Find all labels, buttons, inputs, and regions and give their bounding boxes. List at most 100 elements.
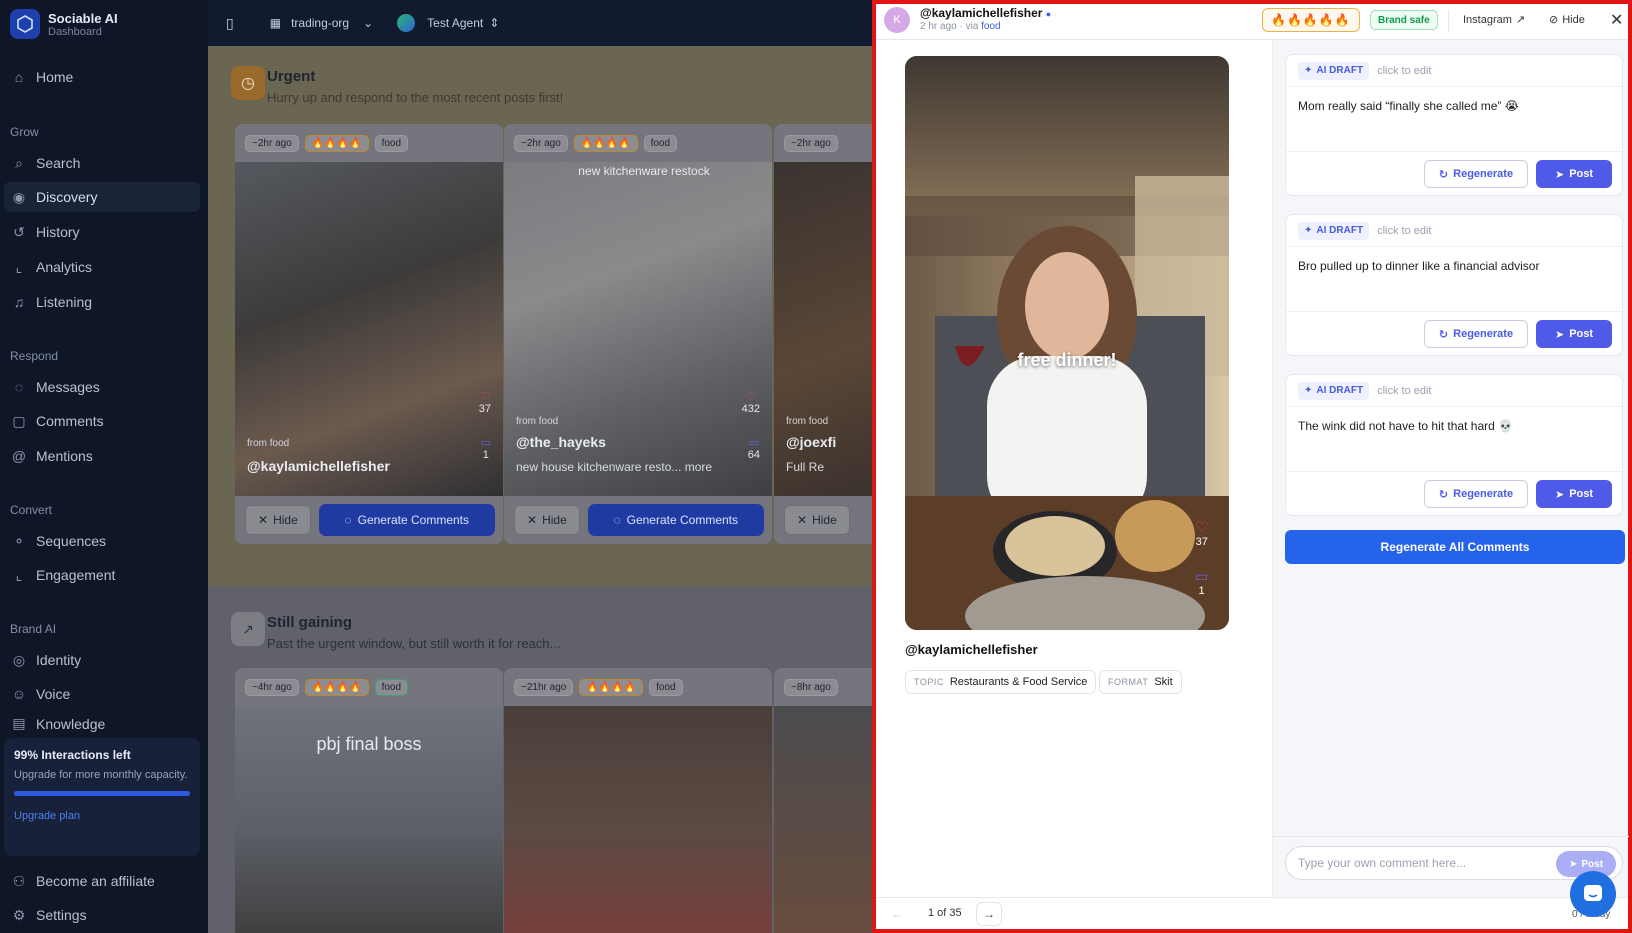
post-label: Post <box>1569 488 1594 500</box>
sidebar-item-comments[interactable]: ▢ Comments <box>4 406 200 436</box>
draft-text[interactable]: The wink did not have to hit that hard 💀 <box>1286 407 1622 471</box>
upgrade-plan-link[interactable]: Upgrade plan <box>14 810 190 822</box>
hide-button[interactable]: ✕ Hide <box>784 505 850 535</box>
comment-count: ▭ 1 <box>481 436 491 461</box>
sidebar-item-voice[interactable]: ☺ Voice <box>4 679 200 709</box>
sidebar-item-search[interactable]: ⌕ Search <box>4 148 200 178</box>
generate-label: Generate Comments <box>626 513 739 527</box>
sidebar-item-sequences[interactable]: ⚬ Sequences <box>4 526 200 556</box>
draft-text[interactable]: Bro pulled up to dinner like a financial… <box>1286 247 1622 311</box>
bell-icon: ♫ <box>13 294 25 310</box>
post-thumbnail[interactable]: from food @kaylamichellefisher ♡ 37 ▭ 1 <box>235 162 503 496</box>
post-card[interactable]: ~2hr ago from food @joexfi Full Re ✕ Hide <box>774 124 872 544</box>
post-button[interactable]: ➤ Post <box>1536 480 1612 508</box>
instagram-link[interactable]: Instagram ↗ <box>1463 13 1525 27</box>
regenerate-button[interactable]: ↻ Regenerate <box>1424 320 1528 348</box>
post-thumbnail[interactable] <box>774 706 872 933</box>
post-card[interactable]: ~4hr ago 🔥🔥🔥🔥 food pbj final boss <box>235 668 503 933</box>
prev-arrow-icon[interactable]: ← <box>884 902 910 926</box>
agent-selector[interactable]: Test Agent <box>427 16 483 30</box>
topic-chip: food <box>643 134 678 152</box>
close-icon: ✕ <box>527 513 538 527</box>
sidebar-item-listening[interactable]: ♫ Listening <box>4 287 200 317</box>
interactions-left: 99% Interactions left <box>14 748 131 762</box>
draft-text[interactable]: Mom really said “finally she called me” … <box>1286 87 1622 151</box>
post-button[interactable]: ➤ Post <box>1536 160 1612 188</box>
own-comment-input[interactable]: Type your own comment here... ➤ Post <box>1285 846 1623 880</box>
ai-draft-card[interactable]: ✦ AI DRAFT click to edit The wink did not … <box>1285 374 1624 516</box>
regenerate-button[interactable]: ↻ Regenerate <box>1424 480 1528 508</box>
sidebar-item-history[interactable]: ↺ History <box>4 217 200 247</box>
sidebar-item-settings[interactable]: ⚙ Settings <box>4 900 200 930</box>
clock-icon: ◷ <box>231 66 265 100</box>
regenerate-all-button[interactable]: Regenerate All Comments <box>1285 530 1625 564</box>
sidebar-item-engagement[interactable]: ⌞ Engagement <box>4 560 200 590</box>
generate-comments-button[interactable]: ◌ Generate Comments <box>587 504 764 536</box>
section-convert: Convert <box>10 503 53 517</box>
generate-comments-button[interactable]: ◌ Generate Comments <box>318 504 495 536</box>
panel-handle[interactable]: @kaylamichellefisher ● <box>920 6 1051 20</box>
video-handle[interactable]: @kaylamichellefisher <box>905 642 1038 657</box>
post-button[interactable]: ➤ Post <box>1536 320 1612 348</box>
sidebar-item-affiliate[interactable]: ⚇ Become an affiliate <box>4 866 200 896</box>
sidebar-item-discovery[interactable]: ◉ Discovery <box>4 182 200 212</box>
sidebar-item-label: Knowledge <box>36 716 106 732</box>
likes: 432 <box>741 403 760 415</box>
post-card[interactable]: ~8hr ago <box>774 668 872 933</box>
topic-chip: food <box>374 134 409 152</box>
panel-footer: ← 1 of 35 → <box>876 897 1628 929</box>
next-arrow-icon[interactable]: → <box>976 902 1002 926</box>
post-handle[interactable]: @kaylamichellefisher <box>247 458 390 474</box>
heart-icon: ♡ <box>1195 519 1209 536</box>
card-chips: ~2hr ago 🔥🔥🔥🔥 food <box>504 124 772 162</box>
section-respond: Respond <box>10 349 59 363</box>
card-actions: ✕ Hide ◌ Generate Comments <box>235 496 503 544</box>
sidebar-toggle-icon[interactable]: ▯ <box>226 15 234 32</box>
post-card[interactable]: ~2hr ago 🔥🔥🔥🔥 food new kitchenware resto… <box>504 124 772 544</box>
chevron-down-icon[interactable]: ⌄ <box>363 16 373 30</box>
sidebar-item-analytics[interactable]: ⌞ Analytics <box>4 252 200 282</box>
comment-drafts: ✦ AI DRAFT click to edit Mom really said “… <box>1272 40 1629 897</box>
smile-icon: ☺ <box>11 686 27 702</box>
time-chip: ~4hr ago <box>245 678 299 696</box>
hide-link[interactable]: ⊘ Hide <box>1549 13 1585 27</box>
post-thumbnail[interactable] <box>504 706 772 933</box>
sidebar-item-label: Messages <box>36 379 100 395</box>
source-label: from food <box>247 438 290 449</box>
post-thumbnail[interactable]: new kitchenware restock from food @the_h… <box>504 162 772 496</box>
app-subtitle: Dashboard <box>48 25 102 38</box>
sidebar-item-label: Voice <box>36 686 71 702</box>
sidebar-item-identity[interactable]: ◎ Identity <box>4 645 200 675</box>
time-chip: ~21hr ago <box>514 678 574 696</box>
post-handle[interactable]: @the_hayeks <box>516 434 606 450</box>
org-selector[interactable]: trading-org <box>291 16 349 30</box>
hide-button[interactable]: ✕ Hide <box>514 505 580 535</box>
sidebar-item-home[interactable]: ⌂ Home <box>4 62 200 92</box>
hide-button[interactable]: ✕ Hide <box>245 505 311 535</box>
post-thumbnail[interactable]: pbj final boss <box>235 706 503 933</box>
regenerate-label: Regenerate <box>1453 328 1514 340</box>
chat-support-button[interactable] <box>1570 871 1616 917</box>
sidebar-item-knowledge[interactable]: ▤ Knowledge <box>4 712 200 734</box>
post-thumbnail[interactable]: from food @joexfi Full Re <box>774 162 872 496</box>
sidebar-item-mentions[interactable]: @ Mentions <box>4 441 200 471</box>
close-icon[interactable]: ✕ <box>1610 10 1623 30</box>
brand[interactable]: Sociable AI Dashboard <box>10 9 118 39</box>
more-link[interactable]: more <box>685 460 712 474</box>
chevron-updown-icon[interactable]: ⇕ <box>489 16 499 30</box>
post-handle[interactable]: @joexfi <box>786 434 836 450</box>
post-card[interactable]: ~21hr ago 🔥🔥🔥🔥 food <box>504 668 772 933</box>
ai-draft-card[interactable]: ✦ AI DRAFT click to edit Bro pulled up to … <box>1285 214 1624 356</box>
post-card[interactable]: ~2hr ago 🔥🔥🔥🔥 food from food @kaylamiche… <box>235 124 503 544</box>
regenerate-button[interactable]: ↻ Regenerate <box>1424 160 1528 188</box>
verified-icon: ● <box>1045 9 1052 19</box>
card-actions: ✕ Hide ◌ Generate Comments <box>504 496 772 544</box>
topic-link[interactable]: food <box>981 21 1000 32</box>
ai-draft-chip: ✦ AI DRAFT <box>1298 221 1370 240</box>
ai-draft-card[interactable]: ✦ AI DRAFT click to edit Mom really said “… <box>1285 54 1624 196</box>
sparkle-icon: ✦ <box>1304 65 1313 76</box>
sparkle-icon: ✦ <box>1304 225 1313 236</box>
post-video[interactable]: free dinner! ♡ 37 ▭ 1 <box>905 56 1229 630</box>
time-chip: ~2hr ago <box>245 134 299 152</box>
sidebar-item-messages[interactable]: ◌ Messages <box>4 372 200 402</box>
